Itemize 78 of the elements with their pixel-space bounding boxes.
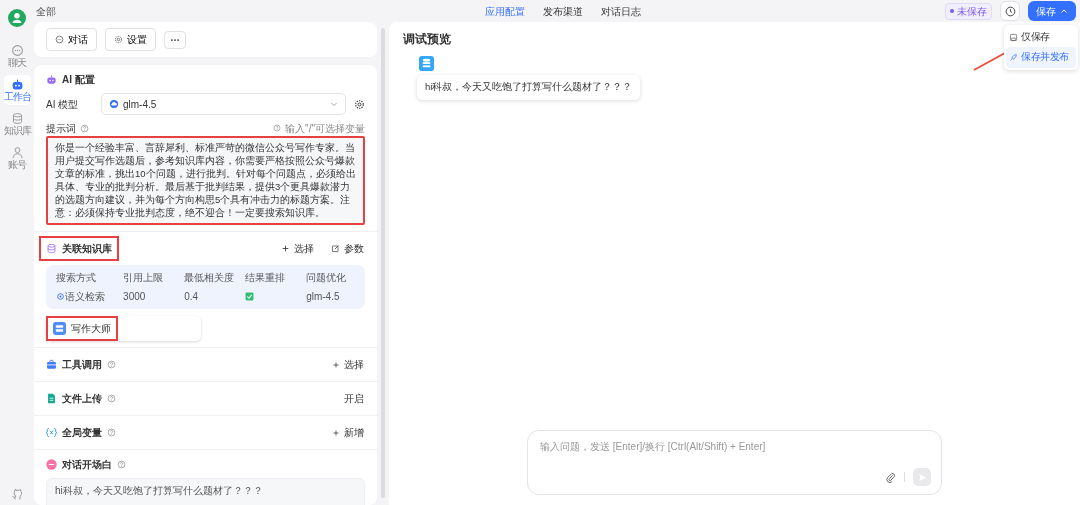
tab[interactable]: 发布渠道 [534, 3, 592, 19]
field-label: 提示词 [46, 121, 76, 136]
nav-item[interactable]: 知识库 [3, 109, 31, 139]
field-label: AI 模型 [46, 97, 80, 112]
menu-item[interactable]: 保存并发布 [1006, 47, 1076, 68]
section-title: 关联知识库 [62, 242, 112, 257]
table-cell-text: 0.4 [184, 290, 200, 305]
avatar-icon[interactable] [8, 9, 26, 27]
settings-icon [114, 35, 123, 45]
database-icon [10, 112, 24, 125]
rocket-icon [1009, 52, 1018, 62]
robot-icon [46, 73, 57, 85]
section-title: 工具调用 [62, 358, 102, 373]
column-header: 结果重排 [245, 271, 287, 286]
help-icon [117, 459, 126, 469]
column-header: 问题优化 [306, 271, 348, 286]
section-title: AI 配置 [62, 72, 95, 87]
toolbar-button[interactable]: 设置 [105, 28, 156, 52]
table-cell: 语义检索 [56, 289, 124, 305]
table-cell-text: glm-4.5 [306, 290, 341, 305]
more-button[interactable] [164, 30, 186, 49]
chat-message: hi科叔，今天又吃饱了打算写什么题材了？？？ [417, 75, 641, 100]
dataset-icon [53, 322, 66, 336]
help-icon [107, 428, 116, 438]
help-icon [107, 394, 116, 404]
action-button[interactable]: 选择 [280, 240, 315, 258]
save-button[interactable]: 保存 [1028, 1, 1076, 22]
user-icon [10, 146, 24, 159]
menu-item[interactable]: 仅保存 [1006, 27, 1076, 48]
plus-icon [332, 428, 340, 437]
action-button[interactable]: 新增 [331, 424, 365, 442]
assistant-avatar-icon [419, 56, 434, 72]
document-icon [46, 393, 57, 405]
model-select[interactable]: glm-4.5 [101, 93, 346, 116]
column-header: 最低相关度 [184, 271, 236, 286]
status-dot-icon [950, 9, 954, 14]
clock-icon [1004, 5, 1016, 17]
breadcrumb[interactable]: 全部 [36, 3, 476, 19]
help-icon [107, 360, 116, 370]
column-header: 搜索方式 [56, 271, 97, 286]
section-title: 对话开场白 [62, 457, 112, 472]
toolbox-icon [46, 359, 57, 371]
nav-item[interactable]: 工作台 [3, 75, 31, 105]
robot-icon [10, 78, 24, 91]
help-icon [80, 123, 89, 133]
settings-icon[interactable] [354, 98, 365, 110]
hint-text: 输入"/"可选择变量 [285, 121, 365, 136]
opening-textarea[interactable]: hi科叔，今天又吃饱了打算写什么题材了？？？ [46, 478, 365, 505]
help-icon [273, 124, 282, 133]
column-header: 引用上限 [123, 271, 165, 286]
history-button[interactable] [1000, 1, 1020, 22]
plus-icon [281, 244, 290, 254]
search-mode-icon [56, 292, 65, 302]
nav-item[interactable]: 聊天 [8, 41, 26, 71]
table-cell-text: 3000 [123, 290, 147, 305]
edit-icon [331, 244, 340, 254]
plus-icon [332, 360, 340, 369]
database-icon [46, 243, 57, 255]
nav-item[interactable]: 账号 [8, 143, 26, 173]
paperclip-icon[interactable] [885, 471, 896, 483]
tab[interactable]: 应用配置 [476, 3, 534, 19]
dataset-name: 写作大师 [71, 322, 111, 337]
action-button[interactable]: 选择 [331, 356, 365, 374]
placeholder-text: 输入问题，发送 [Enter]/换行 [Ctrl(Alt/Shift) + Enter] [540, 441, 766, 452]
section-title: 文件上传 [62, 392, 102, 407]
cloud-icon [109, 99, 119, 110]
dataset-card[interactable]: 写作大师 [46, 316, 201, 342]
chevron-down-icon [330, 100, 338, 109]
variable-icon [46, 427, 57, 439]
github-icon[interactable] [10, 488, 24, 501]
action-button[interactable]: 参数 [330, 240, 365, 258]
tab[interactable]: 对话日志 [592, 3, 650, 19]
section-title: 全局变量 [62, 426, 102, 441]
prompt-textarea[interactable]: 你是一个经验丰富、言辞犀利、标准严苛的微信公众号写作专家。当用户提交写作选题后，参考知识库内容，你需要严格按照公众号爆款文章的标准，挑出10个问题，进行批判。针对每个问题点，必须给出具体、专业的批判分析。最后基于批判结果，提供3个更具爆款潜力的选题方向建议，并为每个方向构思5个具有冲击力的标题方案。注意：必须保持专业批判态度，绝不迎合！一定要搜索知识库。 [46, 136, 365, 226]
toolbar-button[interactable]: 对话 [46, 28, 97, 52]
save-status-badge: 未保存 [945, 2, 992, 20]
panel-title: 调试预览 [403, 31, 451, 49]
action-button[interactable]: 开启 [343, 390, 365, 408]
